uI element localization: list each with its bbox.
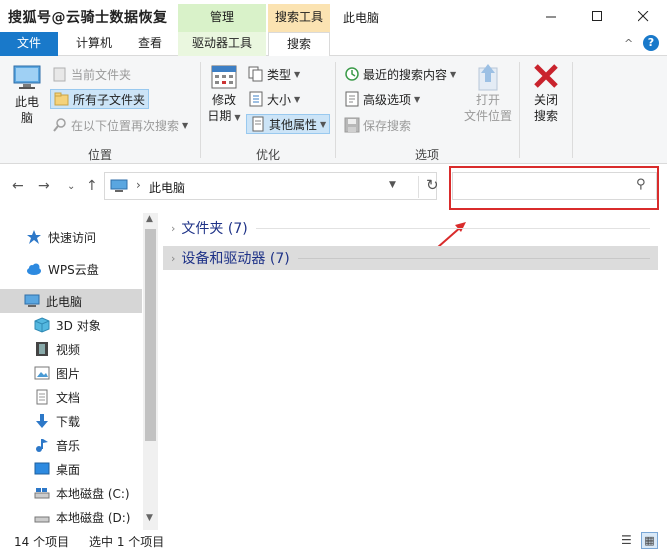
scrollbar-thumb[interactable] xyxy=(145,229,156,441)
nav-local-disk-d[interactable]: 本地磁盘 (D:) xyxy=(0,505,142,529)
nav-label: 音乐 xyxy=(56,438,81,453)
nav-desktop[interactable]: 桌面 xyxy=(0,457,142,481)
nav-label: 下载 xyxy=(56,414,81,429)
nav-downloads[interactable]: 下载 xyxy=(0,409,142,433)
navigation-scrollbar[interactable]: ▲ ▼ xyxy=(143,213,158,530)
nav-pictures[interactable]: 图片 xyxy=(0,361,142,385)
nav-label: 图片 xyxy=(56,366,81,381)
cloud-icon xyxy=(27,263,41,275)
group-divider xyxy=(255,227,650,229)
selected-count: 选中 1 个项目 xyxy=(89,535,165,549)
folders-group-label: 文件夹 (7) xyxy=(181,221,248,237)
scroll-up-icon[interactable]: ▲ xyxy=(146,214,153,224)
nav-documents[interactable]: 文档 xyxy=(0,385,142,409)
nav-label: 文档 xyxy=(56,390,81,405)
drive-icon xyxy=(34,488,50,499)
group-divider xyxy=(297,257,650,259)
nav-label: 视频 xyxy=(56,342,81,357)
desktop-icon xyxy=(34,462,50,475)
pc-icon xyxy=(24,294,40,307)
expand-chevron-icon[interactable]: › xyxy=(171,252,175,265)
download-icon xyxy=(36,414,48,428)
music-icon xyxy=(36,439,48,452)
nav-this-pc[interactable]: 此电脑 xyxy=(0,289,142,313)
document-icon xyxy=(36,389,48,405)
devices-group-header[interactable]: › 设备和驱动器 (7) xyxy=(163,246,658,270)
video-icon xyxy=(36,342,48,356)
star-icon xyxy=(27,230,41,244)
nav-label: WPS云盘 xyxy=(48,262,99,277)
nav-label: 3D 对象 xyxy=(56,318,101,333)
drive-icon xyxy=(34,516,50,523)
nav-label: 桌面 xyxy=(56,462,81,477)
folders-group-header[interactable]: › 文件夹 (7) xyxy=(163,216,658,240)
picture-icon xyxy=(34,366,50,380)
large-icons-view-icon[interactable]: ▦ xyxy=(641,532,658,549)
item-count: 14 个项目 xyxy=(14,535,70,549)
nav-label: 本地磁盘 (D:) xyxy=(56,510,131,525)
details-view-icon[interactable]: ☰ xyxy=(621,533,632,547)
status-bar: 14 个项目 选中 1 个项目 ☰ ▦ xyxy=(0,530,667,552)
nav-music[interactable]: 音乐 xyxy=(0,433,142,457)
devices-group-label: 设备和驱动器 (7) xyxy=(181,251,290,267)
nav-videos[interactable]: 视频 xyxy=(0,337,142,361)
expand-chevron-icon[interactable]: › xyxy=(171,222,175,235)
nav-local-disk-c[interactable]: 本地磁盘 (C:) xyxy=(0,481,142,505)
nav-quick-access[interactable]: 快速访问 xyxy=(0,225,142,249)
navigation-pane: 快速访问 WPS云盘 此电脑 3D 对象 视频 图片 文档 下载 音乐 桌面 本… xyxy=(0,213,160,530)
nav-label: 此电脑 xyxy=(46,294,83,309)
nav-label: 本地磁盘 (C:) xyxy=(56,486,130,501)
scroll-down-icon[interactable]: ▼ xyxy=(146,513,153,523)
nav-label: 快速访问 xyxy=(48,230,97,245)
nav-3d-objects[interactable]: 3D 对象 xyxy=(0,313,142,337)
nav-wps-cloud[interactable]: WPS云盘 xyxy=(0,257,142,281)
cube-icon xyxy=(34,317,50,333)
